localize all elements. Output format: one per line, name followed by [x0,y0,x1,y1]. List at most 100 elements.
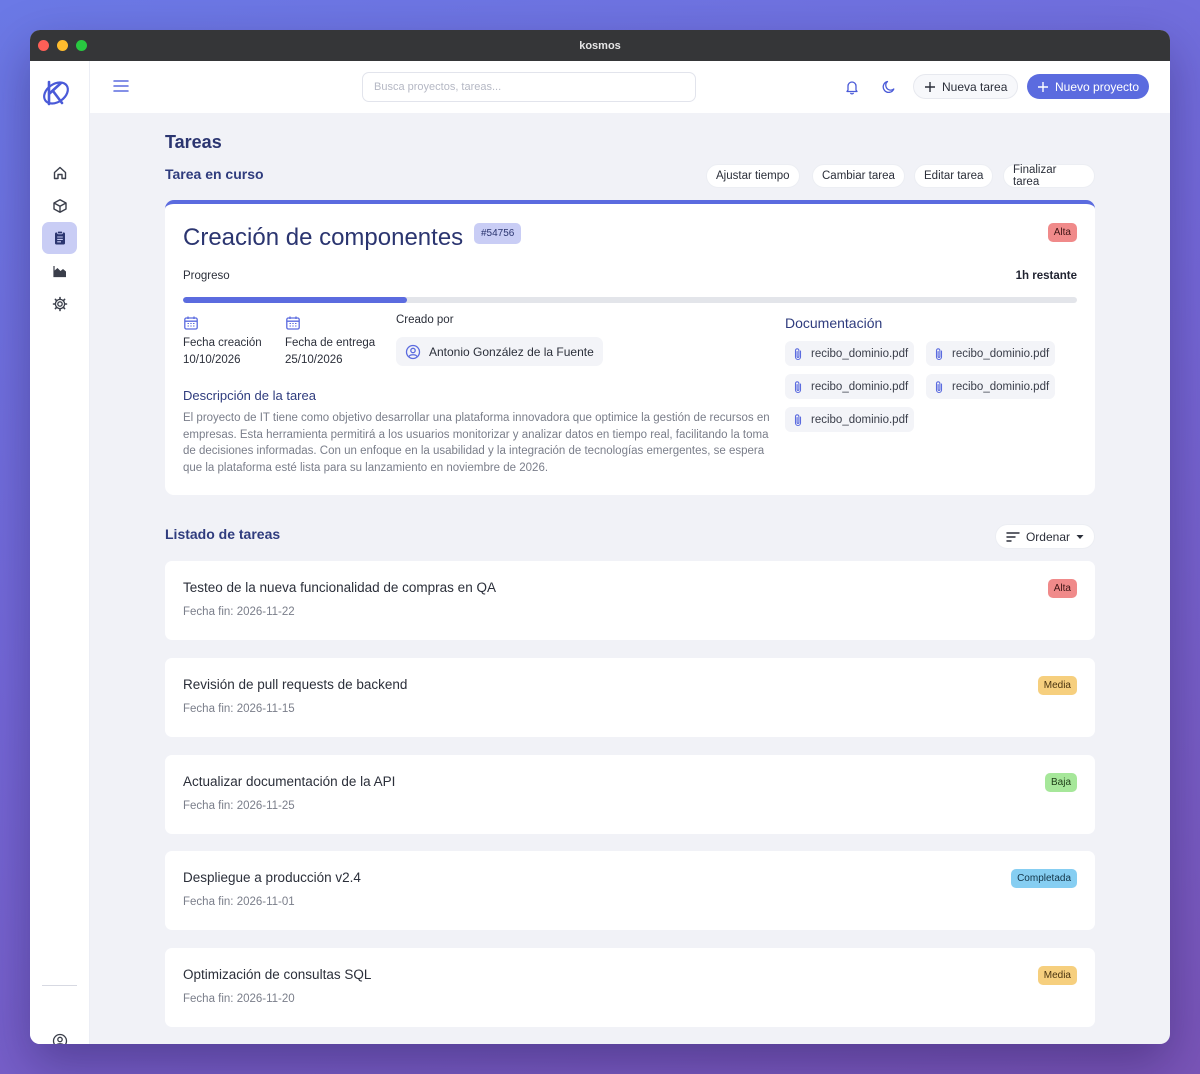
kosmos-logo-icon[interactable] [40,76,72,108]
status-badge: Completada [1011,869,1077,888]
progress-label: Progreso [183,270,230,282]
paperclip-icon [935,347,943,360]
paperclip-icon [794,413,802,426]
adjust-time-button[interactable]: Ajustar tiempo [706,164,800,188]
document-name: recibo_dominio.pdf [811,380,909,393]
search-input[interactable] [362,72,696,102]
sidebar-item-home[interactable] [42,157,77,189]
chart-area-icon [52,266,66,278]
caret-down-icon [1076,534,1084,539]
plus-icon [925,81,935,92]
new-task-button[interactable]: Nueva tarea [913,74,1019,99]
moon-icon [882,80,895,93]
creator-name: Antonio González de la Fuente [429,344,594,359]
task-row[interactable]: Revisión de pull requests de backend Fec… [165,658,1095,737]
user-circle-icon [52,1033,67,1044]
document-link[interactable]: recibo_dominio.pdf [785,341,915,366]
description-title: Descripción de la tarea [183,388,316,403]
maximize-window-button[interactable] [76,40,87,51]
account-button[interactable] [42,1025,77,1044]
edit-task-button[interactable]: Editar tarea [914,164,994,188]
created-date-label: Fecha creación [183,337,262,349]
menu-icon[interactable] [113,79,129,93]
task-title: Despliegue a producción v2.4 [183,870,361,885]
dark-mode-toggle[interactable] [879,77,899,97]
calendar-icon [184,316,198,330]
sidebar [30,61,90,1044]
created-date-value: 10/10/2026 [183,354,241,366]
task-id-badge: #54756 [474,223,522,244]
current-task-title: Creación de componentes [183,224,464,251]
sidebar-item-reports[interactable] [42,255,77,287]
finish-task-button[interactable]: Finalizar tarea [1003,164,1095,188]
priority-badge: Alta [1047,223,1077,242]
document-name: recibo_dominio.pdf [952,380,1050,393]
user-circle-icon [405,344,421,359]
document-link[interactable]: recibo_dominio.pdf [785,407,915,432]
app-window: kosmos Busca proyectos, tareas... Nueva … [30,30,1170,1044]
document-name: recibo_dominio.pdf [811,347,909,360]
close-window-button[interactable] [38,40,49,51]
bell-icon [846,81,858,95]
task-title: Revisión de pull requests de backend [183,677,408,692]
creator-chip[interactable]: Antonio González de la Fuente [396,337,603,366]
task-date: Fecha fin: 2026-11-25 [183,800,295,812]
gear-icon [52,296,67,312]
priority-badge: Baja [1044,773,1077,792]
sidebar-divider [42,985,77,986]
sidebar-item-tasks[interactable] [42,222,77,254]
task-title: Optimización de consultas SQL [183,967,372,982]
task-date: Fecha fin: 2026-11-15 [183,703,295,715]
minimize-window-button[interactable] [57,40,68,51]
cube-icon [52,199,67,213]
task-list-heading: Listado de tareas [165,526,281,542]
sort-icon [1006,531,1020,542]
progress-fill [183,297,407,303]
task-row[interactable]: Actualizar documentación de la API Fecha… [165,755,1095,834]
task-date: Fecha fin: 2026-11-22 [183,606,295,618]
sort-button[interactable]: Ordenar [994,524,1095,549]
paperclip-icon [935,380,943,393]
documentation-title: Documentación [785,315,883,331]
calendar-icon [286,316,300,330]
document-name: recibo_dominio.pdf [811,413,909,426]
priority-badge: Alta [1047,579,1077,598]
document-link[interactable]: recibo_dominio.pdf [926,374,1056,399]
task-row[interactable]: Despliegue a producción v2.4 Fecha fin: … [165,851,1095,930]
paperclip-icon [794,347,802,360]
sidebar-item-projects[interactable] [42,190,77,222]
top-bar: Nueva tarea Nuevo proyecto [90,61,1170,113]
plus-icon [1038,81,1048,92]
task-date: Fecha fin: 2026-11-01 [183,896,295,908]
due-date-label: Fecha de entrega [285,337,376,349]
document-link[interactable]: recibo_dominio.pdf [926,341,1056,366]
due-date-value: 25/10/2026 [285,354,343,366]
priority-badge: Media [1037,676,1077,695]
new-task-label: Nueva tarea [942,79,1008,94]
title-bar: kosmos [30,30,1170,61]
sort-label: Ordenar [1025,529,1070,544]
document-link[interactable]: recibo_dominio.pdf [785,374,915,399]
home-icon [53,166,66,180]
task-date: Fecha fin: 2026-11-20 [183,993,295,1005]
new-project-label: Nuevo proyecto [1055,79,1140,94]
new-project-button[interactable]: Nuevo proyecto [1027,74,1150,99]
change-task-button[interactable]: Cambiar tarea [812,164,905,188]
sidebar-item-settings[interactable] [42,288,77,320]
clipboard-icon [54,230,65,245]
time-remaining: 1h restante [1015,270,1077,282]
current-task-heading: Tarea en curso [165,166,264,182]
task-row[interactable]: Testeo de la nueva funcionalidad de comp… [165,561,1095,640]
task-row[interactable]: Optimización de consultas SQL Fecha fin:… [165,948,1095,1027]
notifications-button[interactable] [842,77,862,97]
window-controls [38,40,87,51]
document-name: recibo_dominio.pdf [952,347,1050,360]
current-task-card: Creación de componentes #54756 Alta Prog… [165,200,1095,495]
window-title: kosmos [579,39,621,52]
progress-bar [183,297,1077,303]
description-text: El proyecto de IT tiene como objetivo de… [183,412,770,475]
task-title: Actualizar documentación de la API [183,774,396,789]
task-title: Testeo de la nueva funcionalidad de comp… [183,580,496,595]
page-title: Tareas [165,132,222,152]
creator-label: Creado por [396,314,454,326]
